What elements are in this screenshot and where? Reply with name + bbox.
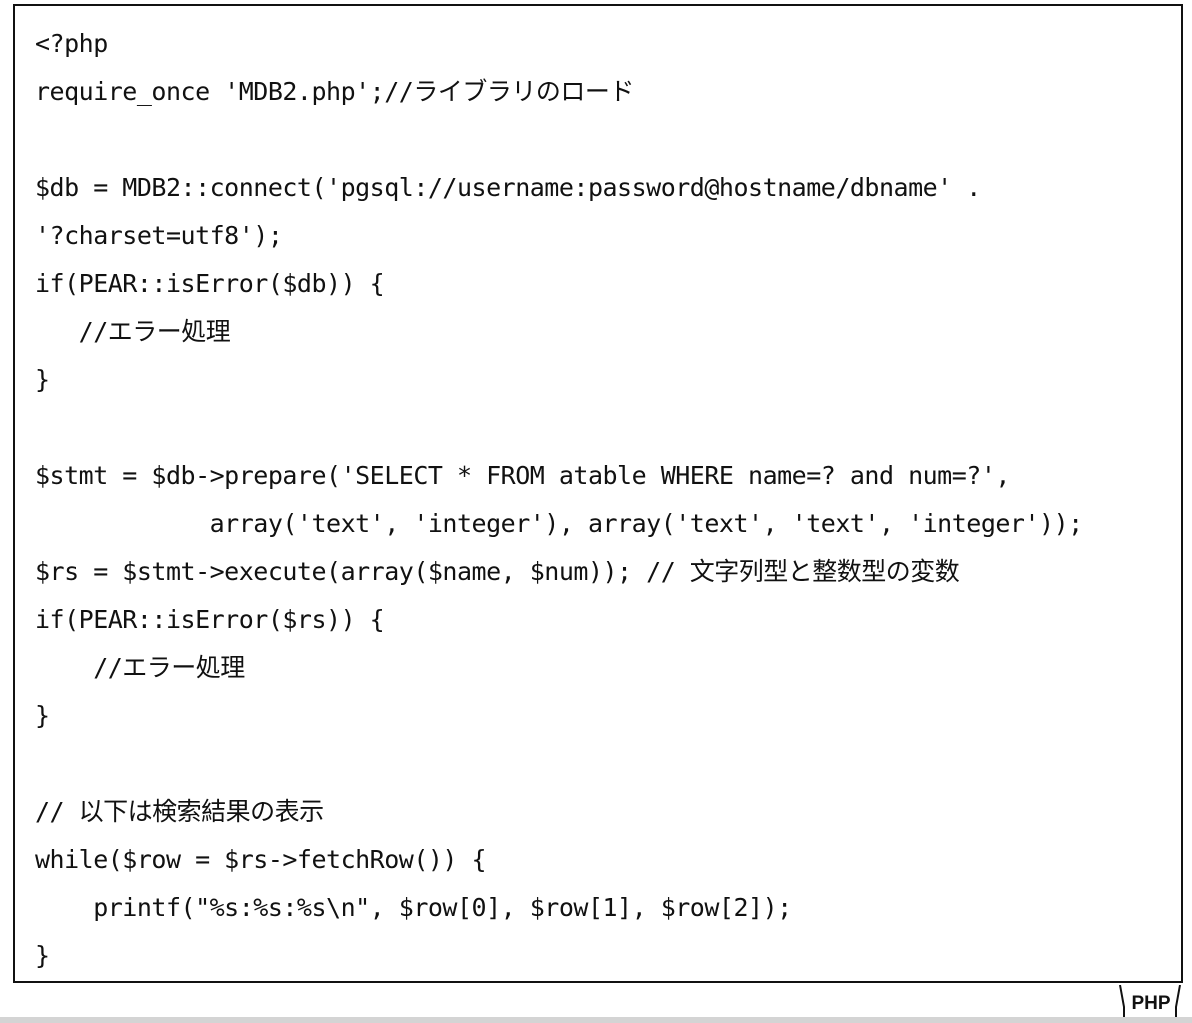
code-line-1: <?php bbox=[35, 29, 108, 58]
language-tab-label: PHP bbox=[1131, 993, 1171, 1014]
code-line-7: //エラー処理 bbox=[35, 317, 231, 346]
code-line-5: '?charset=utf8'); bbox=[35, 221, 283, 250]
code-line-2: require_once 'MDB2.php';//ライブラリのロード bbox=[35, 77, 634, 106]
code-line-15: } bbox=[35, 701, 50, 730]
bottom-scrollbar-track bbox=[0, 1017, 1192, 1023]
code-line-17: // 以下は検索結果の表示 bbox=[35, 797, 324, 826]
code-line-10: $stmt = $db->prepare('SELECT * FROM atab… bbox=[35, 461, 1010, 490]
code-listing-box: <?php require_once 'MDB2.php';//ライブラリのロー… bbox=[13, 4, 1183, 983]
code-line-8: } bbox=[35, 365, 50, 394]
code-line-19: printf("%s:%s:%s\n", $row[0], $row[1], $… bbox=[35, 893, 792, 922]
code-line-13: if(PEAR::isError($rs)) { bbox=[35, 605, 385, 634]
code-lines: <?php require_once 'MDB2.php';//ライブラリのロー… bbox=[35, 20, 1171, 980]
code-line-14: //エラー処理 bbox=[35, 653, 245, 682]
code-line-12: $rs = $stmt->execute(array($name, $num))… bbox=[35, 557, 960, 586]
code-line-20: } bbox=[35, 941, 50, 970]
code-line-4: $db = MDB2::connect('pgsql://username:pa… bbox=[35, 173, 981, 202]
code-line-18: while($row = $rs->fetchRow()) { bbox=[35, 845, 487, 874]
code-line-6: if(PEAR::isError($db)) { bbox=[35, 269, 385, 298]
language-tab: PHP bbox=[1116, 985, 1184, 1019]
code-line-11: array('text', 'integer'), array('text', … bbox=[35, 509, 1084, 538]
